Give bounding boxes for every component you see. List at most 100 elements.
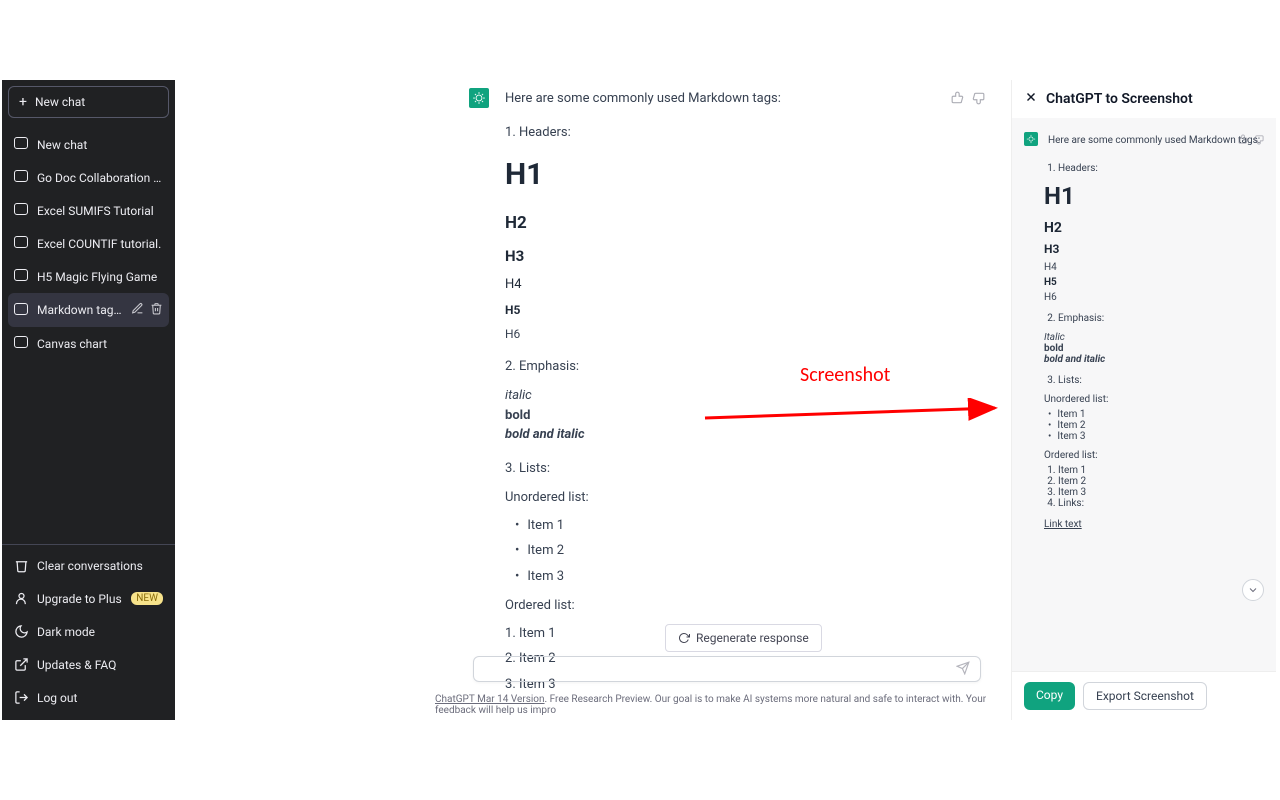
chat-list: New chat Go Doc Collaboration Platfo Exc… — [2, 124, 175, 544]
panel-header: ChatGPT to Screenshot — [1012, 80, 1276, 118]
faq-button[interactable]: Updates & FAQ — [8, 648, 169, 681]
thumbs-down-icon[interactable] — [971, 90, 985, 109]
list-item: Item 3 — [515, 567, 949, 587]
mini-link-text[interactable]: Link text — [1044, 519, 1264, 530]
mini-h1: H1 — [1044, 182, 1264, 210]
h4-sample: H4 — [505, 275, 949, 295]
thumbs-up-icon[interactable] — [951, 90, 965, 109]
mini-unordered-list: Item 1 Item 2 Item 3 — [1044, 409, 1264, 442]
trash-icon — [14, 558, 29, 573]
unordered-list: Item 1 Item 2 Item 3 — [505, 516, 949, 587]
new-chat-button[interactable]: + New chat — [8, 86, 169, 118]
chevron-down-icon — [1247, 584, 1259, 596]
external-link-icon — [14, 657, 29, 672]
regenerate-button[interactable]: Regenerate response — [665, 624, 822, 652]
unordered-label: Unordered list: — [505, 488, 949, 508]
list-item: Item 1 — [1048, 409, 1264, 420]
mini-h4: H4 — [1044, 262, 1264, 273]
sidebar-item-chat[interactable]: New chat — [8, 128, 169, 161]
dark-mode-button[interactable]: Dark mode — [8, 615, 169, 648]
mini-h6: H6 — [1044, 292, 1264, 303]
new-chat-label: New chat — [35, 95, 85, 109]
clear-label: Clear conversations — [37, 559, 143, 573]
mini-intro: Here are some commonly used Markdown tag… — [1048, 135, 1260, 146]
mini-h5: H5 — [1044, 277, 1264, 288]
new-badge: NEW — [131, 592, 163, 605]
mini-bold: bold — [1044, 343, 1264, 354]
close-button[interactable] — [1024, 90, 1038, 108]
message-input[interactable] — [484, 662, 956, 676]
panel-title: ChatGPT to Screenshot — [1046, 91, 1193, 107]
h2-sample: H2 — [505, 211, 949, 237]
chat-label: Excel SUMIFS Tutorial — [37, 204, 163, 218]
mini-section-emphasis: Emphasis: — [1058, 313, 1264, 324]
logout-label: Log out — [37, 691, 77, 705]
mini-italic: Italic — [1044, 332, 1264, 343]
bold-sample: bold — [505, 406, 949, 426]
trash-icon[interactable] — [150, 302, 163, 318]
h3-sample: H3 — [505, 245, 949, 268]
chat-label: H5 Magic Flying Game — [37, 270, 163, 284]
section-lists: Lists: — [519, 459, 949, 479]
list-item: Item 1 — [515, 516, 949, 536]
main-content: Here are some commonly used Markdown tag… — [175, 80, 1011, 720]
refresh-icon — [678, 632, 690, 644]
sidebar-item-chat[interactable]: Excel COUNTIF tutorial. — [8, 227, 169, 260]
export-button[interactable]: Export Screenshot — [1083, 682, 1207, 710]
extension-panel: ChatGPT to Screenshot Here are some comm… — [1011, 80, 1276, 720]
list-item: Item 2 — [1058, 476, 1264, 487]
section-headers: Headers: — [519, 123, 949, 143]
assistant-avatar-mini — [1024, 132, 1038, 146]
sidebar-item-chat[interactable]: H5 Magic Flying Game — [8, 260, 169, 293]
chat-label: Excel COUNTIF tutorial. — [37, 237, 163, 251]
footer-text: ChatGPT Mar 14 Version. Free Research Pr… — [435, 694, 1011, 716]
send-icon — [956, 661, 970, 675]
mini-message: Headers: H1 H2 H3 H4 H5 H6 Emphasis: Ita… — [1024, 163, 1264, 530]
chat-icon — [14, 336, 29, 351]
copy-button[interactable]: Copy — [1024, 682, 1075, 710]
mini-h2: H2 — [1044, 220, 1264, 236]
user-icon — [14, 591, 29, 606]
italic-sample: italic — [505, 386, 949, 406]
upgrade-label: Upgrade to Plus — [37, 592, 122, 606]
mini-bold-italic: bold and italic — [1044, 354, 1264, 365]
mini-unordered-label: Unordered list: — [1044, 394, 1264, 405]
list-item: Item 3 — [1058, 487, 1264, 498]
chat-icon — [14, 137, 29, 152]
chat-label: Canvas chart — [37, 337, 163, 351]
thumbs-down-icon[interactable] — [1253, 130, 1264, 149]
list-item: Item 2 — [1048, 420, 1264, 431]
mini-feedback — [1238, 130, 1264, 149]
list-item: Item 1 — [1058, 465, 1264, 476]
version-link[interactable]: ChatGPT Mar 14 Version — [435, 694, 545, 705]
regenerate-label: Regenerate response — [696, 631, 809, 645]
moon-icon — [14, 624, 29, 639]
ordered-label: Ordered list: — [505, 596, 949, 616]
intro-text: Here are some commonly used Markdown tag… — [505, 89, 949, 109]
thumbs-up-icon[interactable] — [1238, 130, 1249, 149]
chat-icon — [14, 203, 29, 218]
clear-conversations-button[interactable]: Clear conversations — [8, 549, 169, 582]
send-button[interactable] — [956, 660, 970, 679]
upgrade-button[interactable]: Upgrade to Plus NEW — [8, 582, 169, 615]
sidebar-item-chat-active[interactable]: Markdown tags expla — [8, 293, 169, 327]
bold-italic-sample: bold and italic — [505, 425, 949, 445]
chat-icon — [14, 236, 29, 251]
feedback-buttons — [951, 90, 985, 109]
sidebar-item-chat[interactable]: Canvas chart — [8, 327, 169, 360]
edit-icon[interactable] — [131, 302, 144, 318]
mini-ordered-list: Item 1 Item 2 Item 3 Links: — [1044, 465, 1264, 509]
h5-sample: H5 — [505, 301, 949, 319]
sidebar-item-chat[interactable]: Excel SUMIFS Tutorial — [8, 194, 169, 227]
sidebar-item-chat[interactable]: Go Doc Collaboration Platfo — [8, 161, 169, 194]
mini-h3: H3 — [1044, 242, 1264, 256]
panel-actions: Copy Export Screenshot — [1012, 671, 1276, 720]
sidebar-bottom: Clear conversations Upgrade to Plus NEW … — [2, 544, 175, 720]
list-item: Item 2 — [515, 541, 949, 561]
assistant-message: Here are some commonly used Markdown tag… — [469, 88, 949, 700]
mini-ordered-label: Ordered list: — [1044, 450, 1264, 461]
dark-label: Dark mode — [37, 625, 95, 639]
h1-sample: H1 — [505, 152, 949, 197]
scroll-down-button[interactable] — [1242, 579, 1264, 601]
logout-button[interactable]: Log out — [8, 681, 169, 714]
